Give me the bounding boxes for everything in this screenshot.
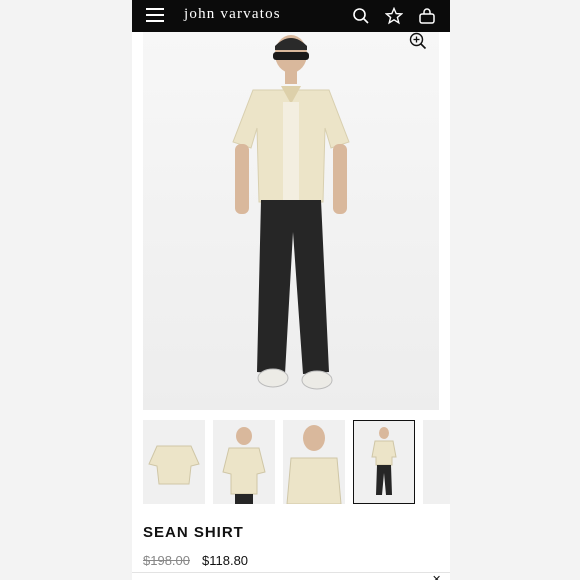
hamburger-menu-icon[interactable]: [146, 8, 164, 24]
thumbnail-closeup[interactable]: [283, 420, 345, 505]
bottom-drawer: [132, 572, 450, 580]
thumbnail-carousel[interactable]: [143, 418, 450, 506]
thumbnail-full-body[interactable]: [353, 420, 415, 504]
top-navigation-bar: john varvatos: [132, 0, 450, 32]
model-figure: [232, 35, 350, 390]
zoom-in-icon[interactable]: [409, 32, 427, 50]
brand-logo[interactable]: john varvatos: [184, 6, 281, 23]
thumbnail-front-view[interactable]: [213, 420, 275, 504]
bag-icon[interactable]: [418, 7, 436, 25]
search-icon[interactable]: [352, 7, 370, 25]
sale-price: $118.80: [202, 553, 249, 568]
close-icon[interactable]: ✕: [432, 573, 441, 580]
star-icon[interactable]: [385, 7, 403, 25]
thumbnail-partial[interactable]: [423, 420, 450, 504]
product-hero-image[interactable]: [143, 32, 439, 410]
thumbnail-flat-shirt[interactable]: [143, 420, 205, 504]
phone-screen: john varvatos SEAN SHIRT $198.00 $118.80…: [132, 0, 450, 580]
original-price: $198.00: [143, 553, 190, 568]
product-title: SEAN SHIRT: [143, 524, 244, 541]
